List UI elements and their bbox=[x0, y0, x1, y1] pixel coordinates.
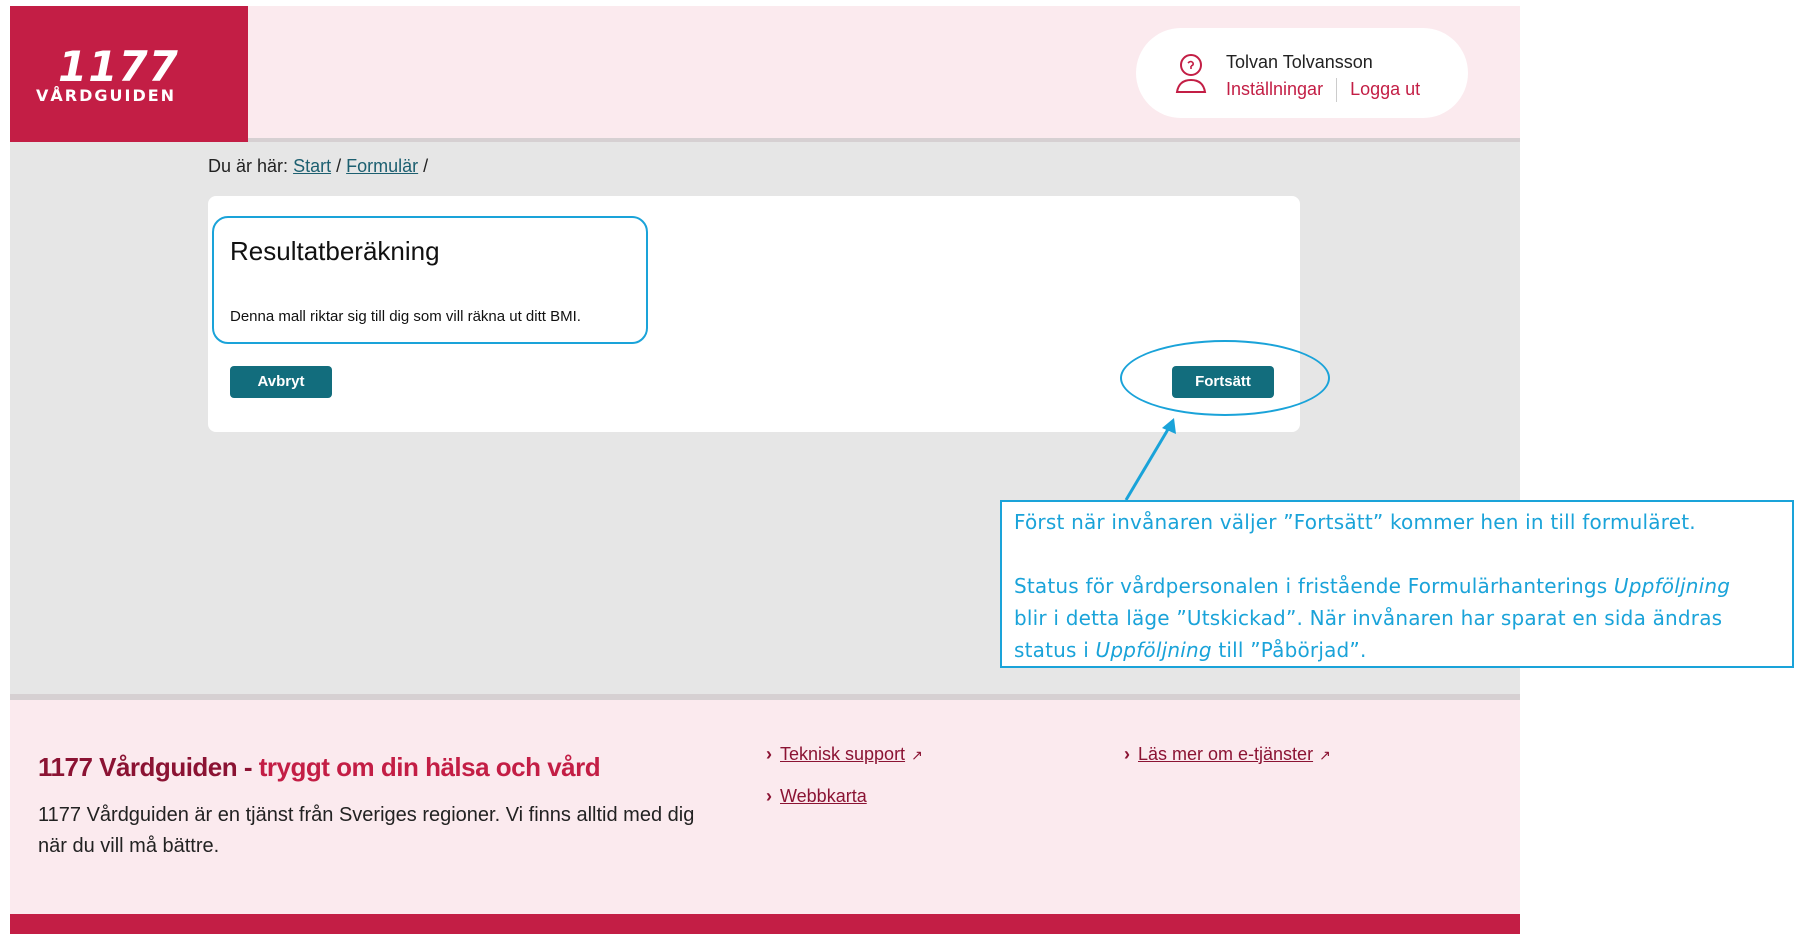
annotation-line: Först när invånaren väljer ”Fortsätt” ko… bbox=[1014, 510, 1696, 534]
site-header: 1177 VÅRDGUIDEN Tolvan Tolvansson Instäl… bbox=[10, 6, 1520, 142]
form-description: Denna mall riktar sig till dig som vill … bbox=[230, 308, 581, 325]
breadcrumb-separator: / bbox=[423, 156, 429, 176]
user-name: Tolvan Tolvansson bbox=[1226, 52, 1373, 72]
user-links: Inställningar Logga ut bbox=[1226, 78, 1420, 102]
footer-link-label: Teknisk support bbox=[780, 744, 906, 764]
breadcrumb-forms[interactable]: Formulär bbox=[346, 156, 418, 176]
user-icon bbox=[1175, 54, 1207, 93]
link-divider bbox=[1336, 78, 1338, 102]
annotation-text: till ”Påbörjad”. bbox=[1211, 638, 1367, 662]
breadcrumb: Du är här: Start / Formulär / bbox=[208, 156, 428, 177]
page: 1177 VÅRDGUIDEN Tolvan Tolvansson Instäl… bbox=[10, 6, 1520, 934]
external-link-icon: ↗ bbox=[1319, 747, 1331, 763]
annotation-line: Status för vårdpersonalen i fristående F… bbox=[1014, 570, 1780, 602]
chevron-right-icon: › bbox=[766, 786, 772, 806]
annotation-emphasis: Uppföljning bbox=[1095, 638, 1212, 662]
annotation-emphasis: Uppföljning bbox=[1613, 574, 1731, 598]
form-intro-card: Resultatberäkning Denna mall riktar sig … bbox=[208, 196, 1330, 432]
breadcrumb-start[interactable]: Start bbox=[293, 156, 331, 176]
cancel-button[interactable]: Avbryt bbox=[230, 366, 332, 398]
logout-link[interactable]: Logga ut bbox=[1350, 79, 1420, 99]
annotation-line: status i Uppföljning till ”Påbörjad”. bbox=[1014, 634, 1780, 666]
footer-title-accent: tryggt om din hälsa och vård bbox=[258, 752, 601, 782]
chevron-right-icon: › bbox=[1124, 744, 1130, 764]
annotation-callout: Först när invånaren väljer ”Fortsätt” ko… bbox=[1000, 500, 1794, 668]
breadcrumb-separator: / bbox=[336, 156, 342, 176]
logo-text: VÅRDGUIDEN bbox=[36, 86, 177, 105]
annotation-text: Status för vårdpersonalen i fristående F… bbox=[1014, 574, 1614, 598]
site-footer: 1177 Vårdguiden - tryggt om din hälsa oc… bbox=[10, 694, 1520, 920]
annotation-text: status i bbox=[1014, 638, 1096, 662]
footer-description: 1177 Vårdguiden är en tjänst från Sverig… bbox=[38, 804, 695, 857]
footer-link-support[interactable]: › Teknisk support ↗ bbox=[766, 744, 923, 765]
arrow-pointer bbox=[1124, 418, 1176, 501]
external-link-icon: ↗ bbox=[911, 747, 923, 763]
logo[interactable]: 1177 VÅRDGUIDEN bbox=[10, 6, 248, 142]
breadcrumb-prefix: Du är här: bbox=[208, 156, 289, 176]
footer-link-sitemap[interactable]: › Webbkarta bbox=[766, 786, 867, 807]
footer-bottom-bar bbox=[10, 914, 1520, 934]
footer-title: 1177 Vårdguiden - tryggt om din hälsa oc… bbox=[38, 752, 601, 783]
settings-link[interactable]: Inställningar bbox=[1226, 79, 1323, 99]
footer-link-label: Läs mer om e-tjänster bbox=[1138, 744, 1314, 764]
logo-number: 1177 bbox=[58, 42, 179, 91]
continue-highlight-outline bbox=[1120, 340, 1330, 416]
annotation-line: blir i detta läge ”Utskickad”. När invån… bbox=[1014, 606, 1723, 630]
user-menu: Tolvan Tolvansson Inställningar Logga ut bbox=[1136, 28, 1468, 118]
form-title: Resultatberäkning bbox=[230, 236, 440, 266]
footer-link-eservices[interactable]: › Läs mer om e-tjänster ↗ bbox=[1124, 744, 1331, 765]
chevron-right-icon: › bbox=[766, 744, 772, 764]
footer-link-label: Webbkarta bbox=[780, 786, 867, 806]
footer-title-main: 1177 Vårdguiden - bbox=[38, 752, 259, 782]
